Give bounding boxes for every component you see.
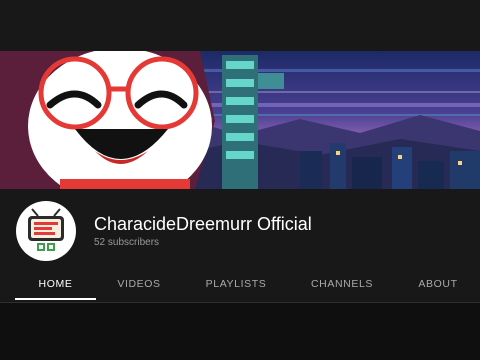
top-bar-space (0, 0, 480, 51)
subscriber-count: 52 subscribers (94, 237, 160, 248)
tab-videos[interactable]: VIDEOS (100, 268, 178, 300)
tab-home[interactable]: HOME (15, 268, 96, 300)
tab-channels[interactable]: CHANNELS (294, 268, 390, 300)
tv-icon (28, 208, 64, 251)
channel-title: CharacideDreemurr Official (94, 214, 312, 234)
content-area (0, 303, 480, 360)
banner-artwork (0, 51, 480, 189)
channel-tabs: HOME VIDEOS PLAYLISTS CHANNELS ABOUT (0, 268, 480, 300)
channel-avatar[interactable] (16, 201, 76, 261)
active-tab-indicator (15, 298, 96, 300)
channel-banner (0, 51, 480, 189)
tab-playlists[interactable]: PLAYLISTS (188, 268, 284, 300)
tab-about[interactable]: ABOUT (402, 268, 474, 300)
